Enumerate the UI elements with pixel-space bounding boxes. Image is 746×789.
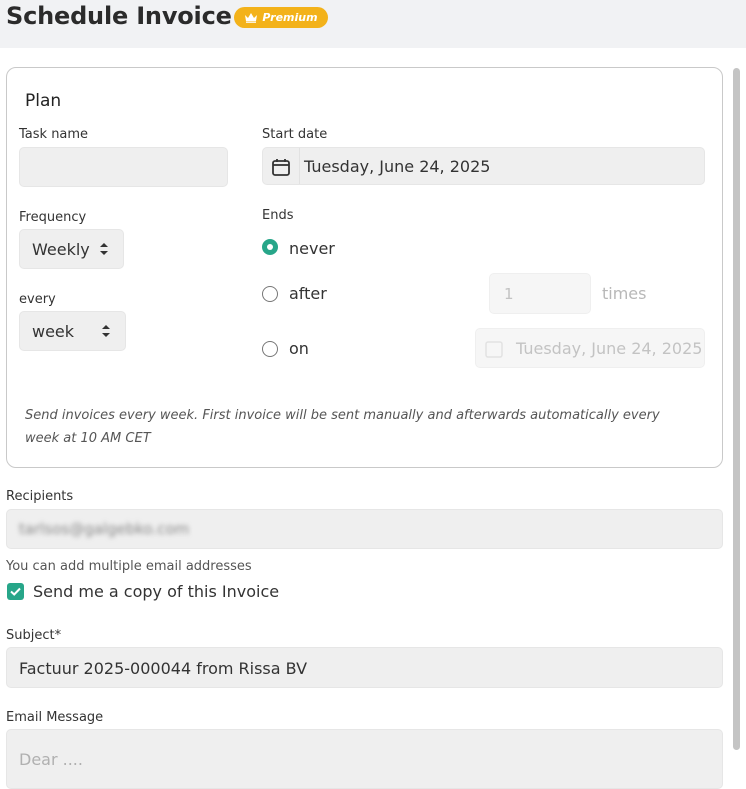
email-message-textarea[interactable]: Dear .... (6, 729, 723, 789)
premium-badge-label: Premium (262, 11, 318, 24)
after-count-input[interactable]: 1 (489, 273, 591, 314)
recipients-input[interactable]: tarlsos@galgebko.com (6, 509, 723, 549)
recipients-value: tarlsos@galgebko.com (19, 520, 190, 538)
scrollbar[interactable] (733, 68, 740, 750)
after-count-value: 1 (504, 285, 514, 303)
start-date-label: Start date (262, 127, 328, 142)
on-date-field[interactable]: Tuesday, June 24, 2025 (475, 328, 705, 368)
ends-label: Ends (262, 208, 294, 223)
after-unit-label: times (602, 284, 647, 303)
plan-heading: Plan (25, 91, 62, 111)
page-header: Schedule Invoice Premium (0, 0, 746, 48)
recipients-label: Recipients (6, 489, 74, 504)
subject-input[interactable]: Factuur 2025-000044 from Rissa BV (6, 647, 723, 688)
frequency-select[interactable]: Weekly (19, 229, 124, 269)
ends-never-radio[interactable] (262, 239, 278, 255)
crown-icon (245, 13, 258, 23)
sort-arrows-icon (100, 243, 108, 255)
recipients-hint: You can add multiple email addresses (6, 559, 252, 574)
on-date-value: Tuesday, June 24, 2025 (516, 339, 703, 358)
subject-value: Factuur 2025-000044 from Rissa BV (19, 659, 308, 678)
calendar-icon (485, 341, 503, 358)
sort-arrows-icon (102, 325, 110, 337)
ends-never-label: never (289, 239, 335, 258)
start-date-value: Tuesday, June 24, 2025 (304, 157, 491, 176)
send-copy-checkbox[interactable] (7, 583, 24, 600)
calendar-icon (272, 159, 290, 176)
frequency-value: Weekly (32, 239, 90, 259)
subject-label: Subject* (6, 628, 62, 643)
task-name-label: Task name (19, 127, 89, 142)
email-message-placeholder: Dear .... (19, 750, 83, 769)
ends-after-label: after (289, 284, 327, 303)
frequency-label: Frequency (19, 210, 87, 225)
ends-on-label: on (289, 339, 309, 358)
every-select[interactable]: week (19, 311, 126, 351)
start-date-field[interactable]: Tuesday, June 24, 2025 (262, 147, 705, 185)
ends-after-radio[interactable] (262, 286, 278, 302)
premium-badge: Premium (234, 7, 328, 28)
send-copy-label: Send me a copy of this Invoice (33, 582, 280, 601)
email-message-label: Email Message (6, 710, 104, 725)
every-label: every (19, 292, 56, 307)
every-value: week (32, 321, 75, 341)
page-title: Schedule Invoice (6, 2, 232, 30)
checkmark-icon (10, 587, 21, 596)
schedule-description: Send invoices every week. First invoice … (25, 408, 660, 446)
task-name-input[interactable] (19, 147, 228, 187)
plan-panel: Plan Task name Start date Tuesday, June … (6, 67, 723, 468)
ends-on-radio[interactable] (262, 341, 278, 357)
